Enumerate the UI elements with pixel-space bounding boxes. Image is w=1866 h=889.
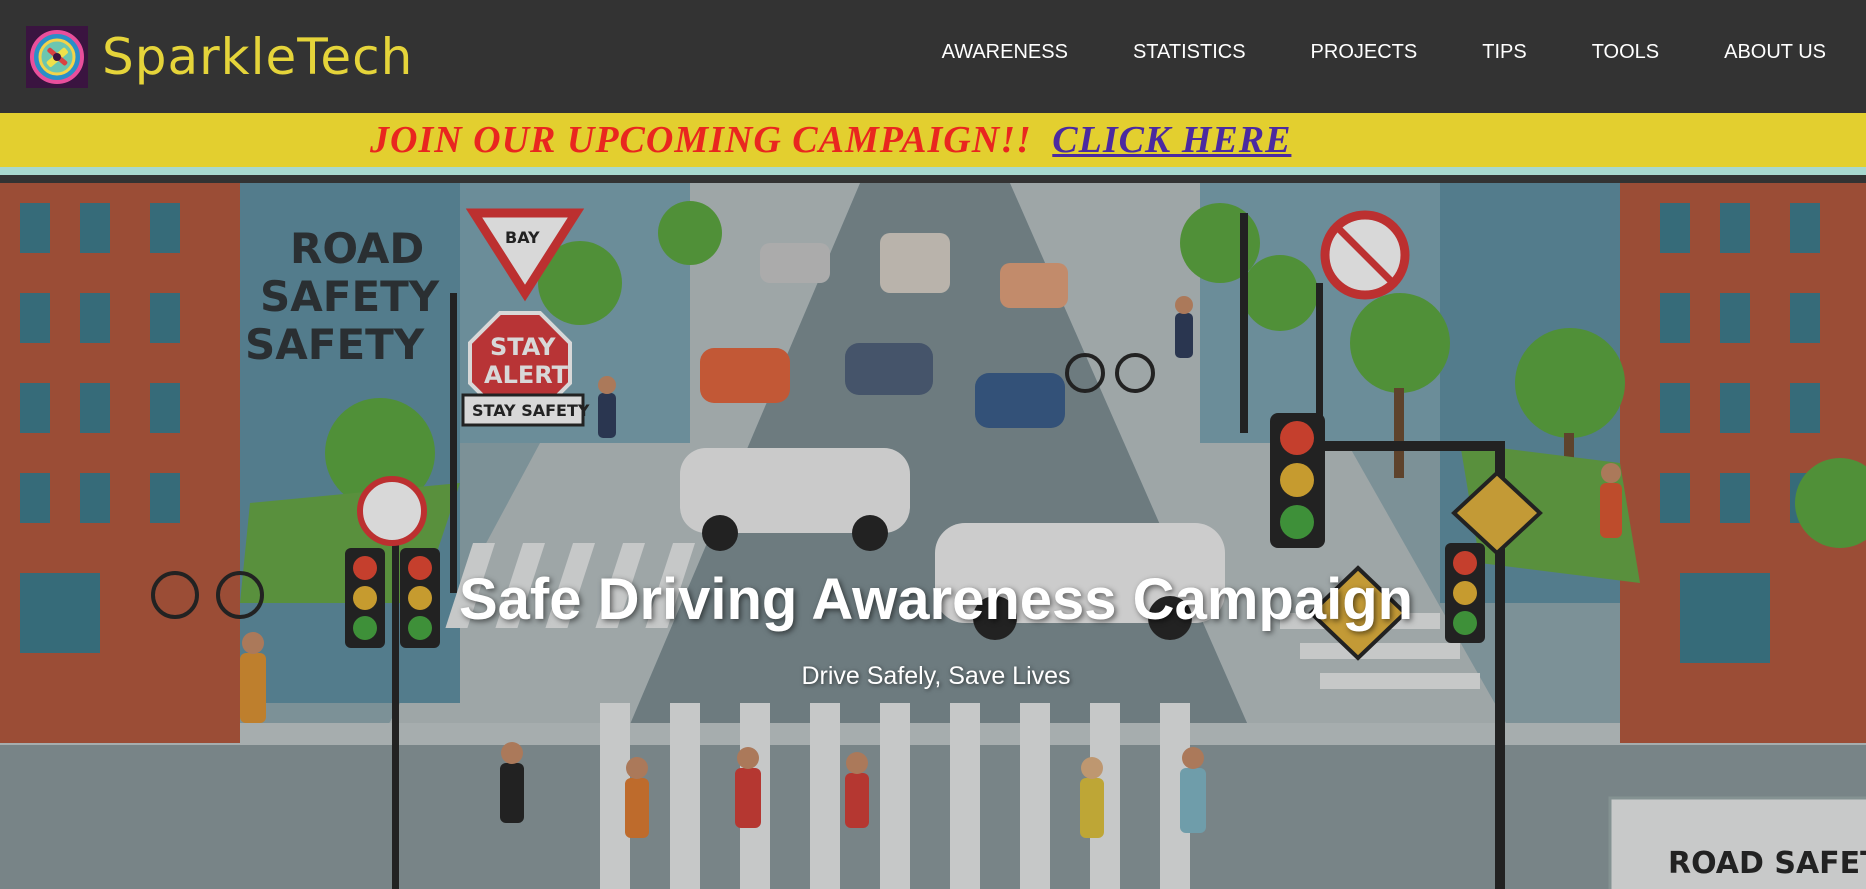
sparkletech-logo-icon xyxy=(26,25,88,88)
hero-section: ROAD SAFETY SAFETY BAY STAY ALERT STAY S… xyxy=(0,183,1866,889)
campaign-banner: JOIN OUR UPCOMING CAMPAIGN!! CLICK HERE xyxy=(0,113,1866,175)
nav-item-projects[interactable]: PROJECTS xyxy=(1311,41,1418,64)
main-nav: AWARENESS STATISTICS PROJECTS TIPS TOOLS… xyxy=(877,0,1826,105)
banner-message: JOIN OUR UPCOMING CAMPAIGN!! xyxy=(370,119,1032,161)
hero-overlay xyxy=(0,183,1866,889)
nav-item-statistics[interactable]: STATISTICS xyxy=(1133,41,1246,64)
nav-item-tips[interactable]: TIPS xyxy=(1482,41,1526,64)
banner-text: JOIN OUR UPCOMING CAMPAIGN!! CLICK HERE xyxy=(370,118,1291,162)
hero-subtitle: Drive Safely, Save Lives xyxy=(801,662,1071,690)
brand[interactable]: SparkleTech xyxy=(26,25,414,88)
nav-item-tools[interactable]: TOOLS xyxy=(1592,41,1659,64)
nav-item-awareness[interactable]: AWARENESS xyxy=(942,41,1068,64)
nav-item-about-us[interactable]: ABOUT US xyxy=(1724,41,1826,64)
banner-click-here-link[interactable]: CLICK HERE xyxy=(1052,119,1291,161)
navbar: SparkleTech AWARENESS STATISTICS PROJECT… xyxy=(0,0,1866,113)
hero-title: Safe Driving Awareness Campaign xyxy=(458,567,1414,632)
brand-name: SparkleTech xyxy=(102,27,414,86)
